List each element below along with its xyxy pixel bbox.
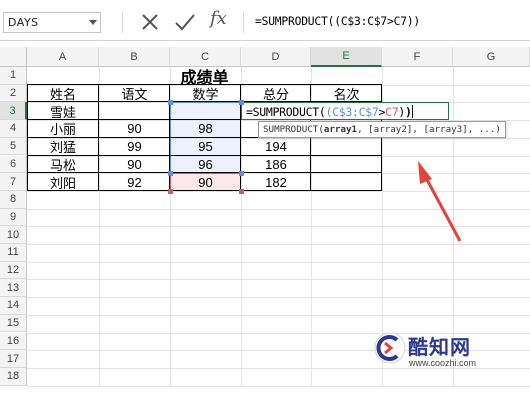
watermark-url: www.coozhi.com	[409, 358, 477, 368]
watermark-text: 酷知网	[408, 335, 471, 359]
watermark: 酷知网 www.coozhi.com	[373, 327, 523, 377]
coozhi-logo-icon	[374, 332, 406, 364]
